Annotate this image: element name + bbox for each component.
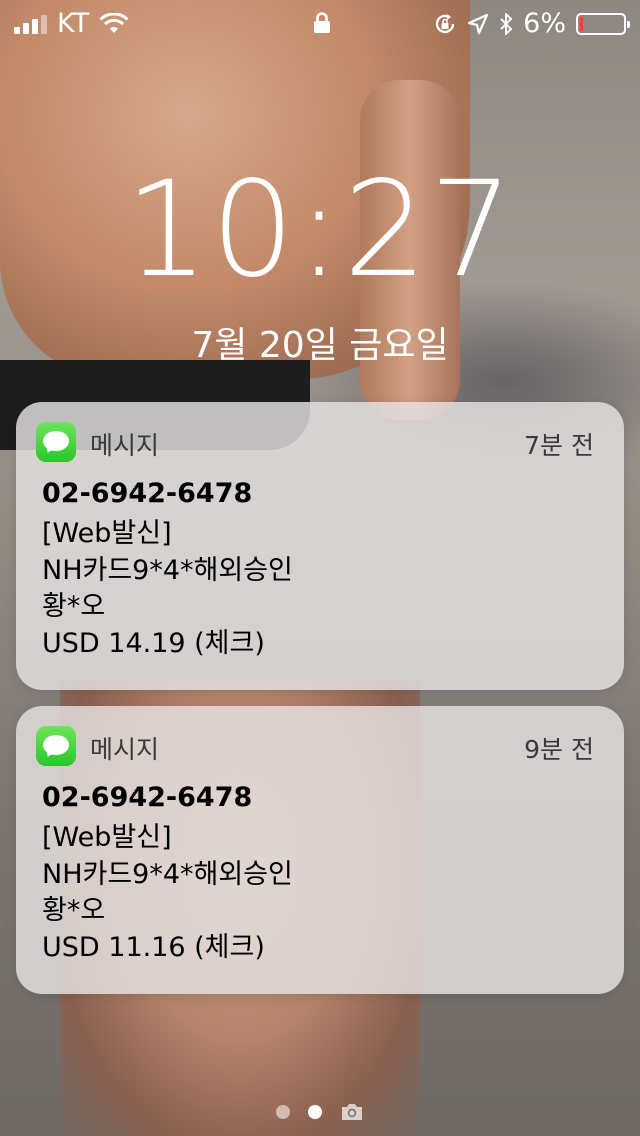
bluetooth-icon	[500, 12, 513, 35]
notification-time: 9분 전	[524, 735, 594, 764]
location-icon	[468, 13, 489, 34]
lock-icon	[313, 12, 331, 38]
battery-percent: 6%	[523, 8, 566, 39]
messages-app-icon	[36, 726, 76, 766]
signal-icon	[14, 14, 47, 34]
notification-line: NH카드9*4*해외승인	[42, 858, 293, 890]
camera-icon[interactable]	[340, 1102, 364, 1122]
orientation-lock-icon	[435, 13, 455, 33]
notification-line: USD 11.16 (체크)	[42, 931, 265, 963]
notification-line: [Web발신]	[42, 518, 172, 549]
messages-app-icon	[36, 422, 76, 462]
notification-line: [Web발신]	[42, 822, 172, 853]
status-bar: KT 6%	[0, 0, 640, 48]
notification-line: NH카드9*4*해외승인	[42, 554, 293, 586]
notification-sender: 02-6942-6478	[42, 478, 253, 509]
notification-card[interactable]: 메시지 9분 전 02-6942-6478 [Web발신] NH카드9*4*해외…	[16, 706, 624, 994]
status-left: KT	[14, 8, 129, 39]
carrier-name: KT	[57, 8, 90, 39]
notification-line: 황*오	[42, 591, 106, 622]
page-dot-active[interactable]	[308, 1105, 322, 1119]
page-indicator[interactable]	[0, 1102, 640, 1122]
notification-card[interactable]: 메시지 7분 전 02-6942-6478 [Web발신] NH카드9*4*해외…	[16, 402, 624, 690]
page-dot[interactable]	[276, 1105, 290, 1119]
notification-line: USD 14.19 (체크)	[42, 627, 265, 659]
notification-sender: 02-6942-6478	[42, 782, 253, 813]
battery-fill	[580, 16, 583, 31]
battery-icon	[576, 12, 630, 35]
status-right: 6%	[433, 8, 630, 39]
notification-time: 7분 전	[524, 431, 594, 460]
notification-app-name: 메시지	[90, 735, 160, 764]
wifi-icon	[99, 12, 129, 33]
notification-line: 황*오	[42, 895, 106, 926]
lock-screen-time: 10:27	[124, 153, 516, 307]
notification-body: [Web발신] NH카드9*4*해외승인 황*오 USD 14.19 (체크)	[42, 516, 293, 662]
notification-app-name: 메시지	[90, 431, 160, 460]
lock-screen-date: 7월 20일 금요일	[191, 325, 449, 366]
notification-body: [Web발신] NH카드9*4*해외승인 황*오 USD 11.16 (체크)	[42, 820, 293, 966]
